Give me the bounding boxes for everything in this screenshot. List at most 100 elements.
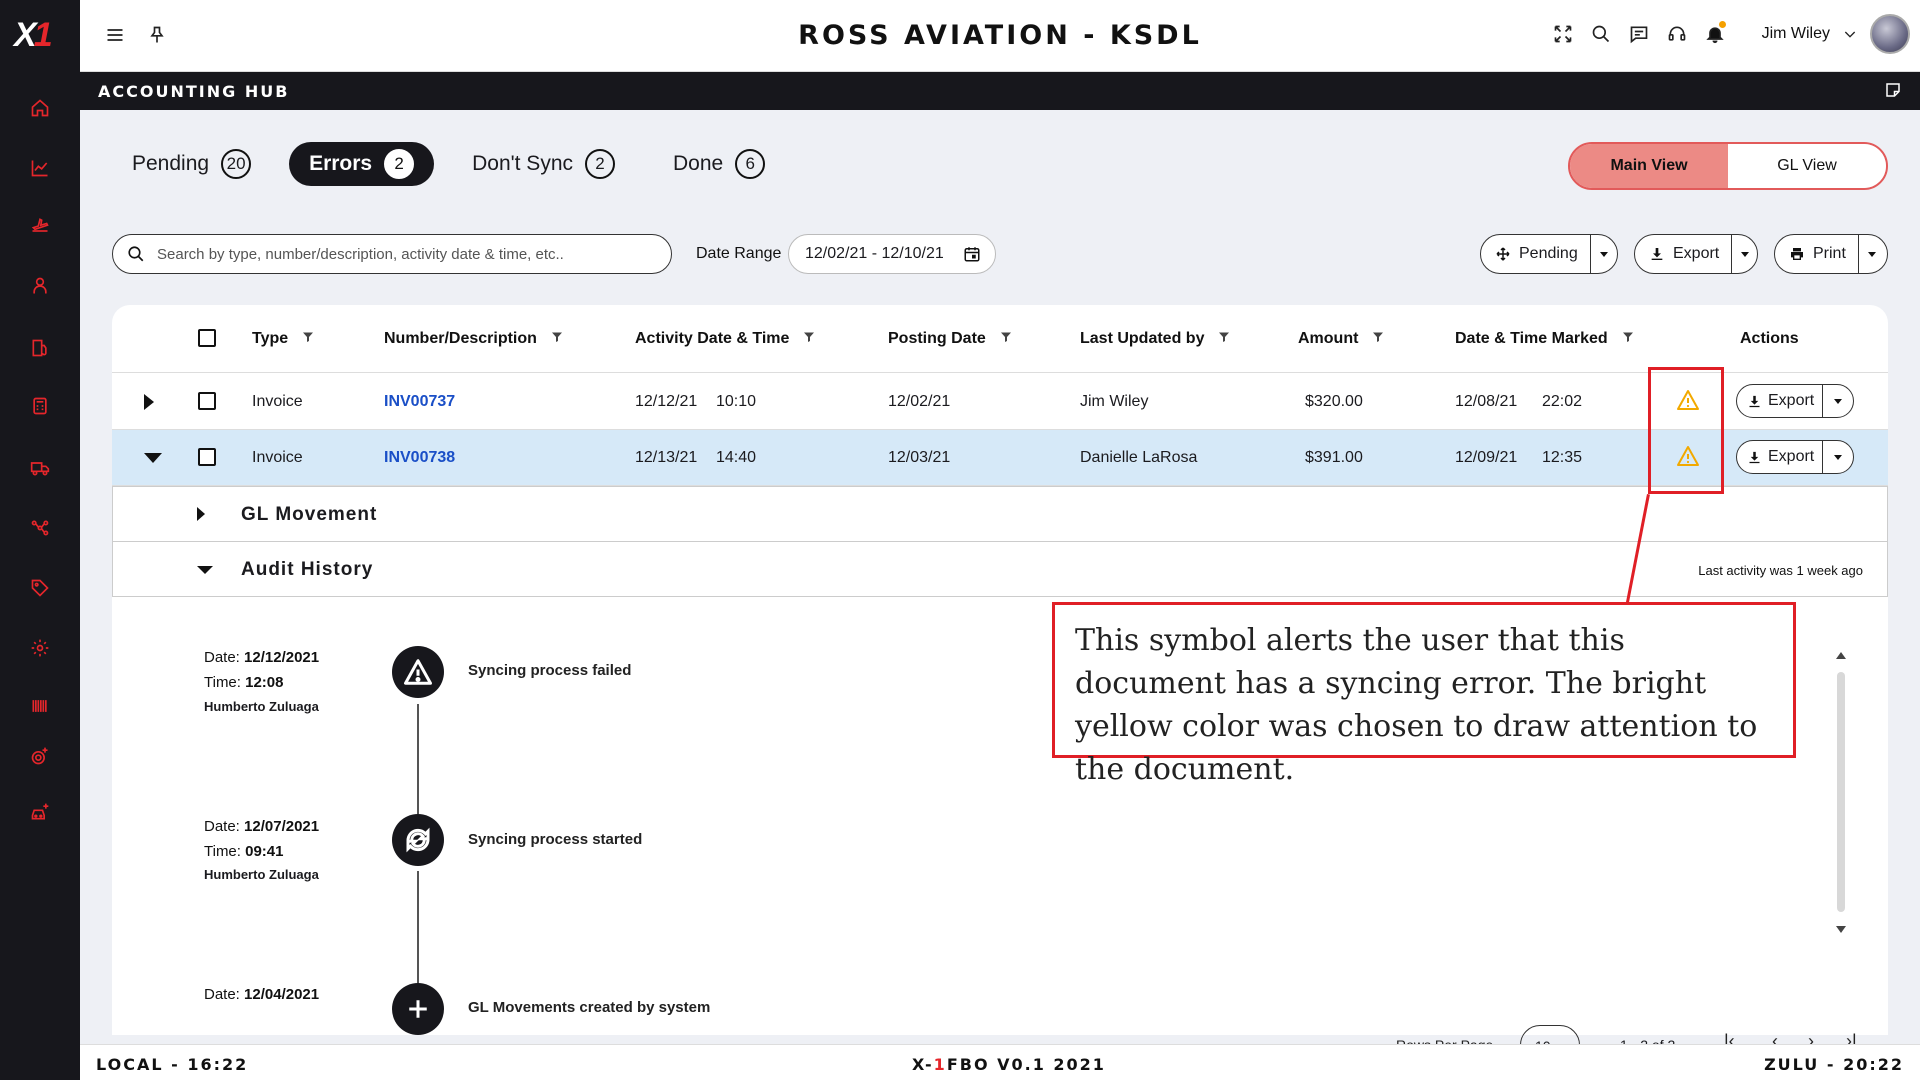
column-last-updated[interactable]: Last Updated by — [1080, 330, 1230, 348]
column-label: Date & Time Marked — [1455, 330, 1608, 347]
pending-dropdown[interactable] — [1591, 235, 1617, 273]
main-view-button[interactable]: Main View — [1570, 144, 1728, 188]
filter-icon[interactable] — [803, 330, 815, 348]
audit-time: Time: 12:08 — [204, 670, 284, 695]
tab-count: 2 — [384, 149, 415, 179]
invoice-link[interactable]: INV00738 — [384, 449, 455, 467]
filter-icon[interactable] — [1372, 330, 1384, 348]
expand-row-icon[interactable] — [144, 394, 160, 410]
chevron-down-icon[interactable] — [1842, 21, 1858, 47]
chart-icon[interactable] — [26, 154, 54, 182]
export-dropdown[interactable] — [1732, 235, 1757, 273]
target-sparkle-icon[interactable] — [26, 742, 54, 770]
column-date-marked[interactable]: Date & Time Marked — [1455, 330, 1634, 348]
chat-icon[interactable] — [1626, 21, 1652, 47]
notification-bell-icon[interactable] — [1702, 21, 1728, 47]
support-headset-icon[interactable] — [1664, 21, 1690, 47]
fullscreen-icon[interactable] — [1550, 21, 1576, 47]
audit-date: Date: 12/12/2021 — [204, 645, 319, 670]
calculator-icon[interactable] — [26, 392, 54, 420]
user-name[interactable]: Jim Wiley — [1762, 25, 1830, 43]
filter-icon[interactable] — [1622, 330, 1634, 348]
column-activity-date[interactable]: Activity Date & Time — [635, 330, 815, 348]
audit-history-section[interactable]: Audit History Last activity was 1 week a… — [112, 541, 1888, 597]
row-export-split-button: Export — [1736, 384, 1854, 418]
car-sparkle-icon[interactable] — [26, 798, 54, 826]
scroll-down-arrow[interactable] — [1836, 926, 1846, 933]
timeline-connector — [417, 704, 419, 814]
row-export-dropdown[interactable] — [1823, 385, 1853, 417]
scroll-up-arrow[interactable] — [1836, 652, 1846, 659]
first-page-icon[interactable]: |‹ — [1724, 1031, 1735, 1045]
person-icon[interactable] — [26, 272, 54, 300]
cell-updated-by: Danielle LaRosa — [1080, 449, 1198, 466]
filter-icon[interactable] — [302, 330, 314, 348]
row-export-button[interactable]: Export — [1737, 385, 1824, 417]
tab-errors[interactable]: Errors 2 — [289, 142, 435, 186]
x1-logo[interactable]: X1 — [14, 16, 66, 54]
tab-done[interactable]: Done 6 — [653, 142, 785, 186]
gl-view-button[interactable]: GL View — [1728, 144, 1886, 188]
export-button[interactable]: Export — [1635, 235, 1733, 273]
home-icon[interactable] — [26, 94, 54, 122]
notes-icon[interactable] — [1884, 81, 1904, 101]
annotation-highlight-box — [1648, 367, 1724, 494]
cell-marked-date: 12/08/21 — [1455, 393, 1518, 410]
cell-amount: $320.00 — [1305, 393, 1363, 410]
expand-section-icon[interactable] — [197, 507, 205, 521]
timeline-connector — [417, 871, 419, 983]
truck-icon[interactable] — [26, 454, 54, 482]
table-row[interactable]: Invoice INV00737 12/12/21 10:10 12/02/21… — [112, 374, 1888, 430]
audit-user: Humberto Zuluaga — [204, 867, 319, 882]
settings-icon[interactable] — [26, 634, 54, 662]
view-toggle: Main View GL View — [1568, 142, 1888, 190]
tab-dont-sync[interactable]: Don't Sync 2 — [452, 142, 635, 186]
prev-page-icon[interactable]: ‹ — [1772, 1031, 1778, 1045]
version-rest: FBO V0.1 2021 — [946, 1055, 1106, 1074]
print-dropdown[interactable] — [1859, 235, 1885, 273]
avatar[interactable] — [1870, 14, 1910, 54]
print-button[interactable]: Print — [1775, 235, 1859, 273]
calendar-icon — [964, 247, 980, 262]
audit-event: Syncing process started — [468, 831, 643, 848]
row-checkbox[interactable] — [198, 392, 216, 410]
table-row[interactable]: Invoice INV00738 12/13/21 14:40 12/03/21… — [112, 430, 1888, 486]
date-range-picker[interactable]: 12/02/21 - 12/10/21 — [788, 234, 996, 274]
pagination: Rows Per Page 10 1 - 2 of 2 |‹ ‹ › ›| — [112, 1015, 1888, 1045]
select-all-checkbox[interactable] — [198, 329, 216, 347]
tab-pending[interactable]: Pending 20 — [112, 142, 271, 186]
row-export-split-button: Export — [1736, 440, 1854, 474]
download-icon — [1749, 451, 1760, 463]
gl-movement-section[interactable]: GL Movement — [112, 486, 1888, 542]
column-type[interactable]: Type — [252, 330, 314, 348]
filter-icon[interactable] — [1000, 330, 1012, 348]
tag-icon[interactable] — [26, 574, 54, 602]
invoice-link[interactable]: INV00737 — [384, 393, 455, 411]
collapse-section-icon[interactable] — [197, 562, 213, 574]
network-icon[interactable] — [26, 514, 54, 542]
cell-marked-time: 12:35 — [1542, 449, 1583, 466]
last-page-icon[interactable]: ›| — [1846, 1031, 1857, 1045]
rows-per-page-select[interactable]: 10 — [1520, 1025, 1580, 1045]
scrollbar[interactable] — [1837, 672, 1845, 912]
filter-icon[interactable] — [1218, 330, 1230, 348]
search-input[interactable] — [157, 245, 637, 263]
version-label: X-1FBO V0.1 2021 — [912, 1055, 1106, 1074]
column-amount[interactable]: Amount — [1298, 330, 1384, 348]
column-posting-date[interactable]: Posting Date — [888, 330, 1012, 348]
printer-icon — [1791, 248, 1803, 260]
pending-button[interactable]: Pending — [1481, 235, 1591, 273]
fuel-icon[interactable] — [26, 334, 54, 362]
search-icon[interactable] — [1588, 21, 1614, 47]
column-number[interactable]: Number/Description — [384, 330, 563, 348]
collapse-row-icon[interactable] — [144, 450, 162, 466]
row-checkbox[interactable] — [198, 448, 216, 466]
download-icon — [1749, 395, 1760, 407]
plane-icon[interactable] — [26, 212, 54, 240]
row-export-button[interactable]: Export — [1737, 441, 1824, 473]
row-export-dropdown[interactable] — [1823, 441, 1853, 473]
filter-icon[interactable] — [551, 330, 563, 348]
pending-label: Pending — [1519, 245, 1578, 262]
barcode-icon[interactable] — [26, 692, 54, 720]
next-page-icon[interactable]: › — [1808, 1031, 1814, 1045]
